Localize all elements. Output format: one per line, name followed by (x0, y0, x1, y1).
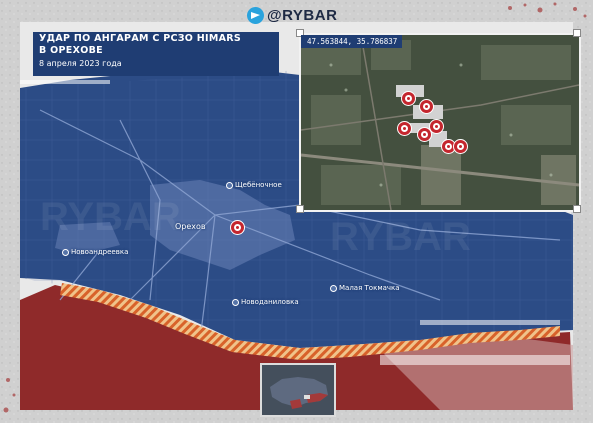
brand-handle-text: @RYBAR (267, 6, 338, 24)
inset-handle (573, 29, 581, 37)
town-label-shchebenochnoe: Щебёночное (226, 181, 282, 189)
strike-marker (401, 91, 416, 106)
town-name: Новоданиловка (241, 298, 299, 306)
settlement-dot-icon (62, 248, 69, 256)
inset-handle (573, 205, 581, 213)
minimap-location-box (304, 395, 310, 399)
title-line-2: В ОРЕХОВЕ (39, 45, 103, 56)
town-label-malaya-tokmachka: Малая Токмачка (330, 284, 400, 292)
settlement-dot-icon (232, 298, 239, 306)
strike-marker (453, 139, 468, 154)
coordinates-label: 47.563844, 35.786837 (301, 35, 403, 48)
town-name: Новоандреевка (71, 248, 129, 256)
overview-minimap (260, 363, 336, 417)
telegram-icon (247, 6, 264, 24)
title-line-1: УДАР ПО АНГАРАМ С РСЗО HIMARS (39, 33, 242, 44)
watermark: RYBAR (330, 215, 471, 259)
settlement-dot-icon (226, 181, 233, 189)
town-label-orekhov: Орехов (175, 222, 206, 231)
strike-marker (397, 121, 412, 136)
strike-marker-orekhov (230, 220, 245, 235)
satellite-inset: 47.563844, 35.786837 (299, 33, 581, 212)
settlement-dot-icon (330, 284, 337, 292)
brand-handle: @RYBAR (247, 5, 337, 25)
title-panel: УДАР ПО АНГАРАМ С РСЗО HIMARS В ОРЕХОВЕ … (30, 32, 279, 76)
minimap-svg (262, 365, 334, 415)
inset-handle (296, 205, 304, 213)
town-name: Щебёночное (235, 181, 282, 189)
title-date: 8 апреля 2023 года (39, 59, 122, 68)
map-stage: RYBAR RYBAR @RYBAR УДАР ПО АНГАРАМ С РСЗ… (0, 0, 593, 423)
town-label-novodanilovka: Новоданиловка (232, 298, 299, 306)
strike-marker (429, 119, 444, 134)
watermark-left: RYBAR (40, 195, 181, 239)
town-label-novoandreevka: Новоандреевка (62, 248, 128, 256)
strike-marker (419, 99, 434, 114)
town-name: Малая Токмачка (339, 284, 400, 292)
town-name: Орехов (175, 222, 206, 231)
